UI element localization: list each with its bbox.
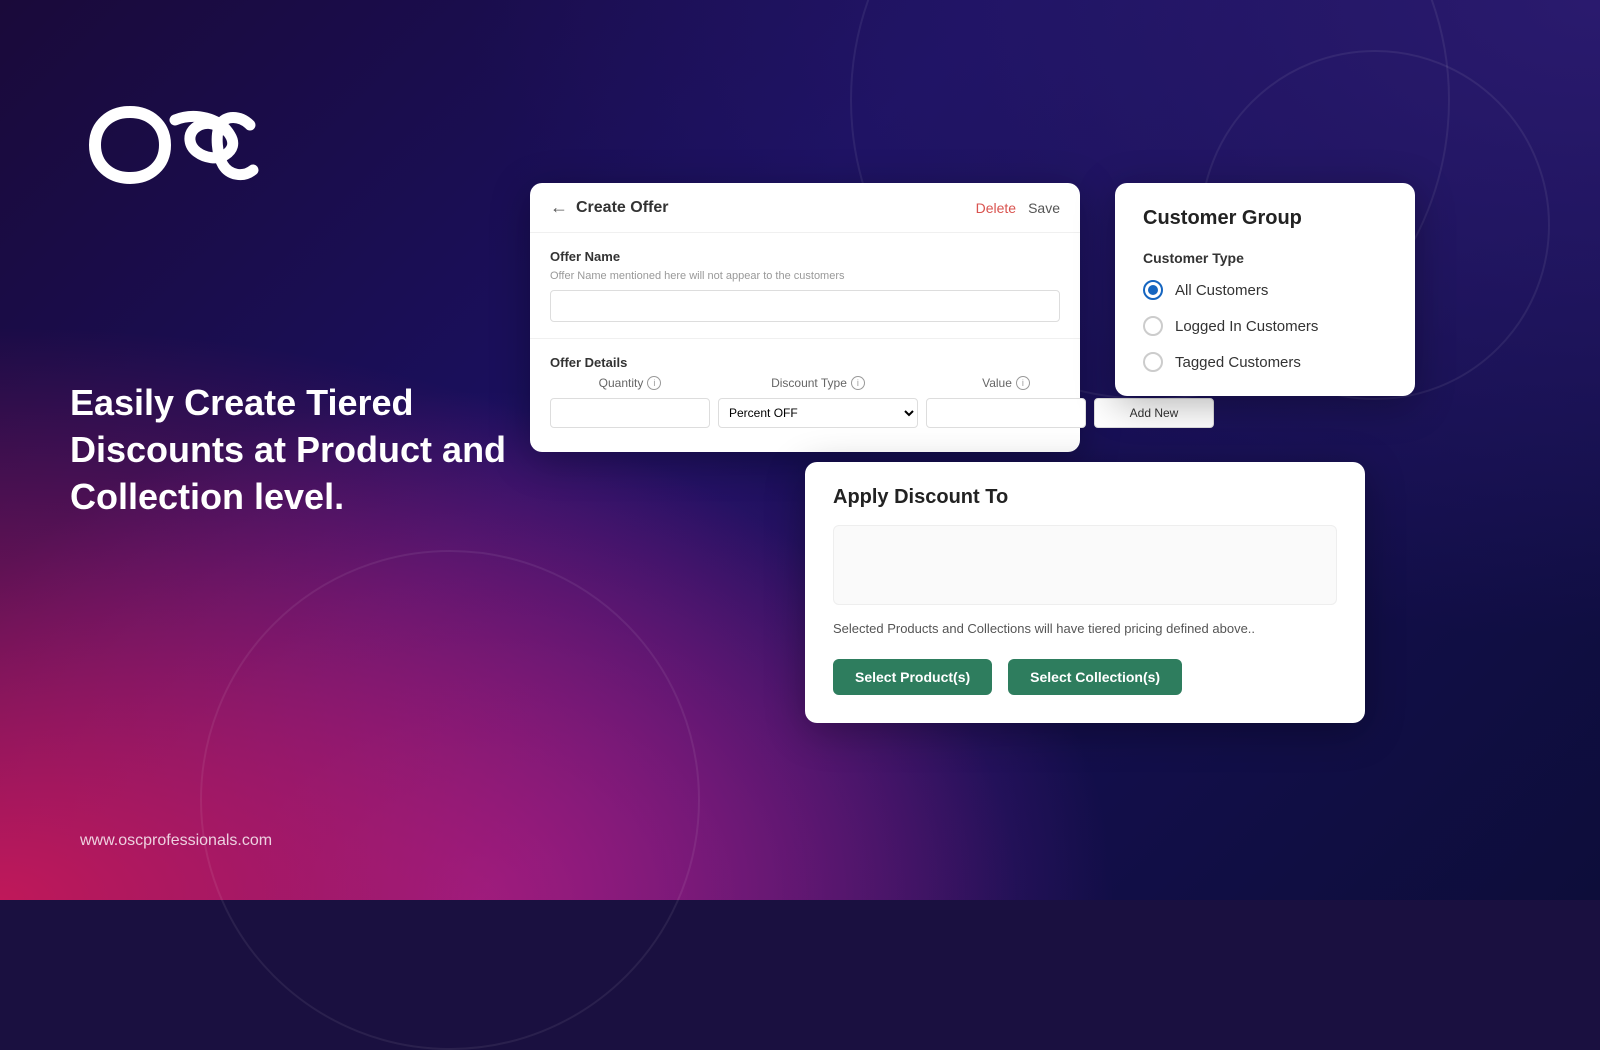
radio-all-customers[interactable]: All Customers (1143, 280, 1387, 300)
customer-group-title: Customer Group (1143, 207, 1387, 230)
select-collections-button[interactable]: Select Collection(s) (1008, 659, 1182, 695)
customer-type-radio-group: All Customers Logged In Customers Tagged… (1143, 280, 1387, 372)
discount-type-select[interactable]: Percent OFF Fixed Amount Fixed Price (718, 398, 918, 428)
create-offer-title: Create Offer (576, 199, 668, 217)
hero-headline: Easily Create Tiered Discounts at Produc… (70, 380, 520, 520)
apply-discount-title: Apply Discount To (833, 486, 1337, 509)
table-headers: Quantity i Discount Type i Value i Actio… (550, 376, 1060, 390)
card-header-actions: Delete Save (976, 200, 1060, 216)
radio-tagged-customers-circle (1143, 352, 1163, 372)
offer-name-input[interactable] (550, 290, 1060, 322)
radio-tagged-customers-label: Tagged Customers (1175, 354, 1301, 371)
col-discount-type: Discount Type i (718, 376, 918, 390)
quantity-input[interactable] (550, 398, 710, 428)
radio-logged-in-customers[interactable]: Logged In Customers (1143, 316, 1387, 336)
card-header: ← Create Offer Delete Save (530, 183, 1080, 233)
table-row: Percent OFF Fixed Amount Fixed Price Add… (550, 398, 1060, 428)
quantity-info-icon[interactable]: i (647, 376, 661, 390)
website-url: www.oscprofessionals.com (80, 832, 272, 850)
radio-tagged-customers[interactable]: Tagged Customers (1143, 352, 1387, 372)
add-new-button[interactable]: Add New (1094, 398, 1214, 428)
offer-name-section: Offer Name Offer Name mentioned here wil… (530, 233, 1080, 339)
create-offer-card: ← Create Offer Delete Save Offer Name Of… (530, 183, 1080, 452)
offer-name-hint: Offer Name mentioned here will not appea… (550, 270, 1060, 282)
discount-type-info-icon[interactable]: i (851, 376, 865, 390)
value-input[interactable] (926, 398, 1086, 428)
apply-discount-content-area (833, 525, 1337, 605)
radio-logged-in-customers-circle (1143, 316, 1163, 336)
apply-discount-buttons: Select Product(s) Select Collection(s) (833, 659, 1337, 695)
customer-type-subtitle: Customer Type (1143, 250, 1387, 266)
delete-button[interactable]: Delete (976, 200, 1016, 216)
value-info-icon[interactable]: i (1016, 376, 1030, 390)
col-value: Value i (926, 376, 1086, 390)
hero-text-block: Easily Create Tiered Discounts at Produc… (70, 380, 520, 520)
col-quantity: Quantity i (550, 376, 710, 390)
radio-all-customers-circle (1143, 280, 1163, 300)
offer-details-section: Offer Details Quantity i Discount Type i… (530, 339, 1080, 428)
select-products-button[interactable]: Select Product(s) (833, 659, 992, 695)
save-button[interactable]: Save (1028, 200, 1060, 216)
back-arrow-icon[interactable]: ← (550, 197, 568, 218)
offer-details-label: Offer Details (550, 355, 1060, 370)
apply-discount-card: Apply Discount To Selected Products and … (805, 462, 1365, 723)
osc-logo (75, 100, 275, 190)
customer-group-card: Customer Group Customer Type All Custome… (1115, 183, 1415, 396)
logo-area (75, 100, 275, 195)
card-header-left: ← Create Offer (550, 197, 668, 218)
offer-name-label: Offer Name (550, 249, 1060, 264)
radio-logged-in-customers-label: Logged In Customers (1175, 318, 1318, 335)
apply-discount-description: Selected Products and Collections will h… (833, 619, 1337, 639)
radio-all-customers-label: All Customers (1175, 282, 1268, 299)
